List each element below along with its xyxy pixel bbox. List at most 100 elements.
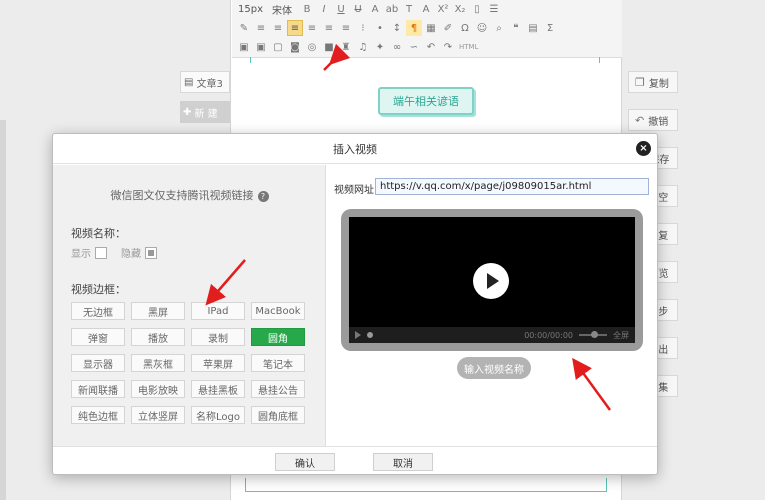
frame-option[interactable]: 黑灰框 — [131, 354, 185, 372]
doc-tab[interactable]: ▤ 文章3 — [180, 71, 230, 93]
unordered-list-icon[interactable]: • — [372, 20, 388, 36]
content-marker — [250, 57, 251, 63]
control-play-icon[interactable] — [355, 331, 361, 339]
frame-option[interactable]: 纯色边框 — [71, 406, 125, 424]
line-height-icon[interactable]: ↕ — [389, 20, 405, 36]
hide-checkbox[interactable] — [145, 246, 157, 259]
font-size-select[interactable]: 15px — [236, 1, 269, 17]
find-icon[interactable]: ⌕ — [491, 20, 507, 36]
remove-format-icon[interactable]: T — [401, 1, 417, 17]
frame-option[interactable]: 苹果屏 — [191, 354, 245, 372]
quote-icon[interactable]: ❝ — [508, 20, 524, 36]
sum-icon[interactable]: Σ — [542, 20, 558, 36]
fullscreen-button[interactable]: 全屏 — [613, 330, 629, 341]
frame-option[interactable]: 黑屏 — [131, 302, 185, 320]
play-button[interactable] — [473, 263, 509, 299]
page-icon[interactable]: ▯ — [469, 1, 485, 17]
italic-icon[interactable]: I — [316, 1, 332, 17]
video-screen[interactable]: 00:00/00:00 全屏 — [349, 217, 635, 343]
video-url-input[interactable] — [375, 178, 649, 195]
frame-option[interactable]: MacBook — [251, 302, 305, 320]
video-url-label: 视频网址 — [334, 185, 374, 196]
new-doc-button[interactable]: ✚ 新 建 — [180, 101, 230, 123]
frame-option[interactable]: 弹窗 — [71, 328, 125, 346]
video-name-pill[interactable]: 输入视频名称 — [457, 357, 531, 379]
font-family-select[interactable]: 宋体 — [270, 1, 298, 17]
undo-icon[interactable]: ↶ — [423, 39, 439, 55]
frame-option[interactable]: 立体竖屏 — [131, 406, 185, 424]
video-name-label: 视频名称： — [71, 227, 126, 240]
outdent-icon[interactable]: ≡ — [270, 20, 286, 36]
frame-option[interactable]: IPad — [191, 302, 245, 320]
copy-icon: ❐ — [635, 75, 645, 89]
camera-icon[interactable]: ◙ — [287, 39, 303, 55]
frame-option[interactable]: 新闻联播 — [71, 380, 125, 398]
code-icon[interactable]: ▤ — [525, 20, 541, 36]
format-brush-icon[interactable]: ✐ — [440, 20, 456, 36]
justify-icon[interactable]: ≡ — [338, 20, 354, 36]
frame-option[interactable]: 播放 — [131, 328, 185, 346]
indent-icon[interactable]: ≡ — [253, 20, 269, 36]
link-icon[interactable]: ∞ — [389, 39, 405, 55]
confirm-button[interactable]: 确认 — [275, 453, 335, 471]
html-button[interactable]: HTML — [457, 39, 484, 55]
magic-wand-icon[interactable]: ✦ — [372, 39, 388, 55]
progress-handle[interactable] — [367, 332, 373, 338]
side-button-undo[interactable]: ↶ 撤销 — [628, 109, 678, 131]
photo-icon[interactable]: ◎ — [304, 39, 320, 55]
underline-icon[interactable]: U — [333, 1, 349, 17]
align-center-icon[interactable]: ≡ — [304, 20, 320, 36]
align-left-icon[interactable]: ≡ — [287, 20, 303, 36]
text-transform-icon[interactable]: A — [418, 1, 434, 17]
frame-option[interactable]: 电影放映 — [131, 380, 185, 398]
paragraph-icon[interactable]: ¶ — [406, 20, 422, 36]
strike-icon[interactable]: U — [350, 1, 366, 17]
subscript-icon[interactable]: X₂ — [452, 1, 468, 17]
document-icon: ▤ — [184, 76, 194, 88]
list-icon[interactable]: ☰ — [486, 1, 502, 17]
frame-option[interactable]: 圆角底框 — [251, 406, 305, 424]
emoji-icon[interactable]: ☺ — [474, 20, 490, 36]
frame-option[interactable]: 无边框 — [71, 302, 125, 320]
volume-slider[interactable] — [579, 331, 607, 338]
video-icon[interactable]: ■ — [321, 39, 337, 55]
gallery-icon[interactable]: ▢ — [270, 39, 286, 55]
align-right-icon[interactable]: ≡ — [321, 20, 337, 36]
time-display: 00:00/00:00 — [524, 330, 573, 340]
editor-toolbar: 15px 宋体 B I U U A ab T A X² X₂ ▯ ☰ ✎ ≡ ≡… — [232, 0, 622, 58]
table-icon[interactable]: ▦ — [423, 20, 439, 36]
bold-icon[interactable]: B — [299, 1, 315, 17]
dialog-title: 插入视频 — [333, 142, 377, 156]
frame-option[interactable]: 悬挂公告 — [251, 380, 305, 398]
omega-icon[interactable]: Ω — [457, 20, 473, 36]
dialog-header: 插入视频 × — [53, 134, 657, 164]
toolbar-row-1: 15px 宋体 B I U U A ab T A X² X₂ ▯ ☰ — [236, 0, 502, 18]
close-icon[interactable]: × — [636, 141, 651, 156]
ordered-list-icon[interactable]: ⁝ — [355, 20, 371, 36]
image-icon[interactable]: ▣ — [236, 39, 252, 55]
redo-icon[interactable]: ↷ — [440, 39, 456, 55]
multi-image-icon[interactable]: ▣ — [253, 39, 269, 55]
content-frame-bottom — [245, 478, 607, 492]
music-icon[interactable]: ♫ — [355, 39, 371, 55]
stamp-icon[interactable]: ♜ — [338, 39, 354, 55]
side-button-copy[interactable]: ❐ 复制 — [628, 71, 678, 93]
frame-option-selected[interactable]: 圆角 — [251, 328, 305, 346]
heading-tag[interactable]: 端午相关谚语 — [378, 87, 474, 115]
frame-option[interactable]: 录制 — [191, 328, 245, 346]
frame-option[interactable]: 显示器 — [71, 354, 125, 372]
help-icon[interactable]: ? — [257, 190, 269, 202]
unlink-icon[interactable]: ∽ — [406, 39, 422, 55]
frame-option[interactable]: 名称Logo — [191, 406, 245, 424]
plus-icon: ✚ — [183, 106, 192, 118]
font-color-icon[interactable]: A — [367, 1, 383, 17]
show-checkbox[interactable] — [95, 246, 107, 259]
eraser-icon[interactable]: ✎ — [236, 20, 252, 36]
superscript-icon[interactable]: X² — [435, 1, 451, 17]
frame-option[interactable]: 笔记本 — [251, 354, 305, 372]
frame-option[interactable]: 悬挂黑板 — [191, 380, 245, 398]
cancel-button[interactable]: 取消 — [373, 453, 433, 471]
tencent-tip: 微信图文仅支持腾讯视频链接? — [53, 187, 326, 203]
show-label: 显示 — [71, 249, 91, 260]
highlight-icon[interactable]: ab — [384, 1, 400, 17]
